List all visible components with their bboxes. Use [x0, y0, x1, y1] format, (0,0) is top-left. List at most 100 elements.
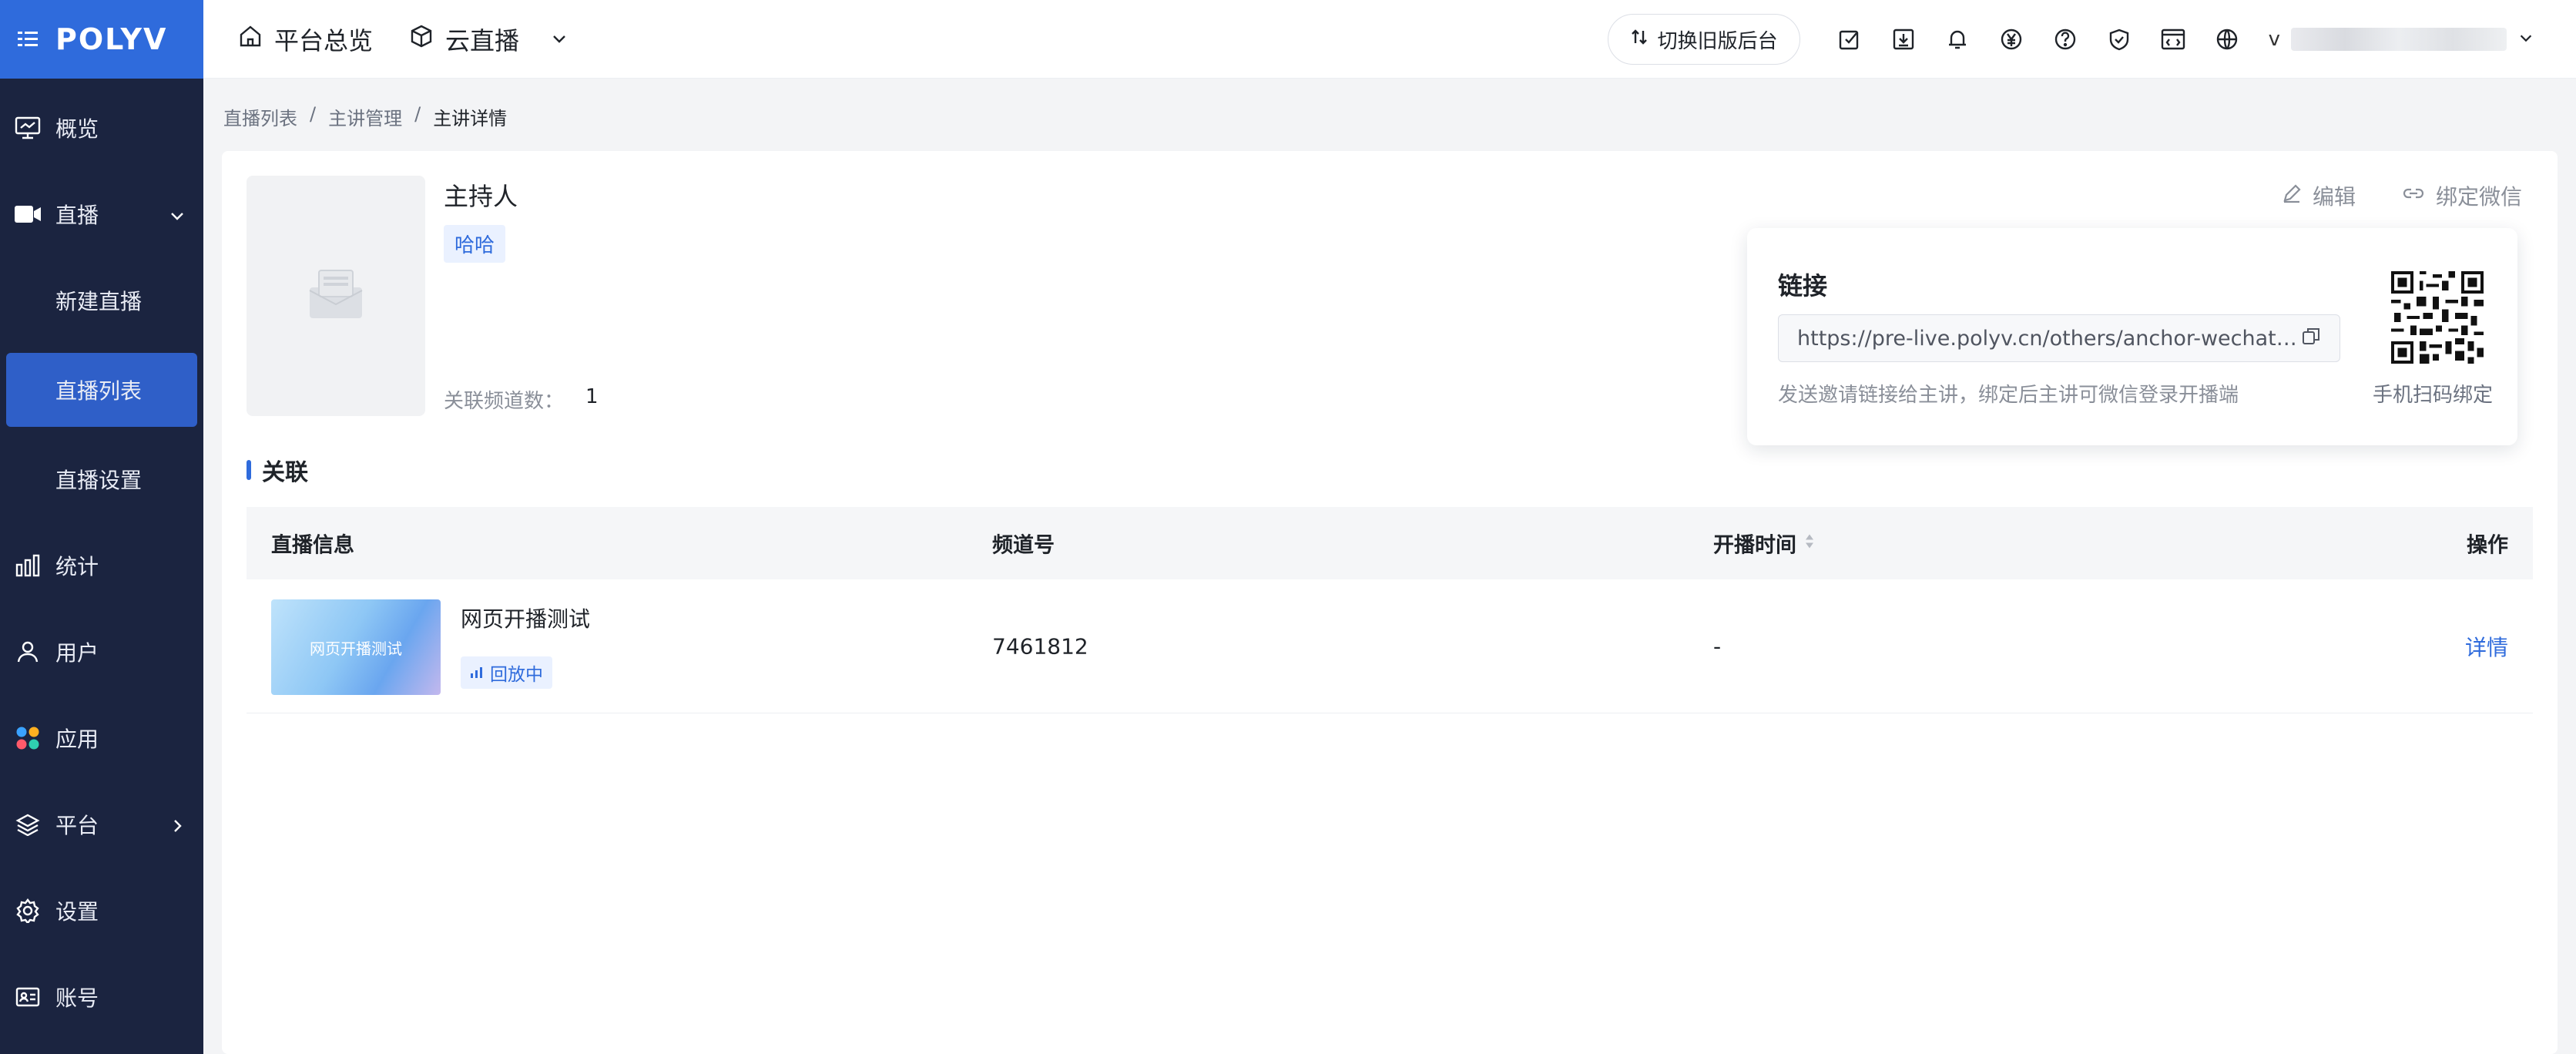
sidebar-item-label: 平台	[55, 813, 99, 838]
sidebar-item-stats[interactable]: 统计	[0, 522, 203, 609]
channel-number: 7461812	[992, 633, 1088, 659]
download-icon[interactable]	[1891, 27, 1916, 52]
sidebar-subitem-live-list[interactable]: 直播列表	[6, 353, 197, 427]
invite-link-field[interactable]: https://pre-live.polyv.cn/others/anchor-…	[1778, 314, 2340, 362]
cloud-live-dropdown[interactable]: 云直播	[410, 22, 569, 57]
gear-icon	[14, 897, 42, 925]
edit-check-icon[interactable]	[1837, 27, 1862, 52]
status-badge: 回放中	[461, 656, 552, 689]
sidebar-subitem-new-live[interactable]: 新建直播	[0, 257, 203, 344]
sidebar: POLYV 概览 直播 新建直播 直播列表 直播设置 统计 用户 应用 平台 设…	[0, 0, 203, 1054]
host-title: 主持人	[444, 182, 518, 211]
home-icon	[239, 25, 262, 54]
cloud-live-label: 云直播	[445, 25, 520, 55]
col-header-time-label: 开播时间	[1713, 533, 1796, 558]
detail-link[interactable]: 详情	[2465, 631, 2508, 662]
brand-logo[interactable]: POLYV	[55, 22, 167, 56]
sidebar-item-label: 应用	[55, 727, 99, 752]
host-detail-card: 主持人 哈哈 关联频道数： 1 编辑 绑定微信 链接 https://pre-l…	[222, 151, 2558, 1054]
chevron-down-icon	[168, 205, 186, 223]
sidebar-item-overview[interactable]: 概览	[0, 85, 203, 171]
col-header-channel: 频道号	[992, 533, 1055, 558]
thumbnail-text: 网页开播测试	[310, 639, 402, 658]
breadcrumb-host-management[interactable]: 主讲管理	[328, 103, 402, 130]
apps-icon	[14, 724, 42, 752]
bell-icon[interactable]	[1945, 27, 1970, 52]
monitor-icon	[14, 114, 42, 142]
sidebar-item-label: 用户	[55, 640, 99, 666]
shield-icon[interactable]	[2107, 27, 2132, 52]
bar-chart-icon	[14, 552, 42, 579]
pencil-icon	[2282, 183, 2302, 209]
host-actions: 编辑 绑定微信	[2282, 180, 2522, 211]
sidebar-item-label: 直播	[55, 203, 99, 228]
globe-icon[interactable]	[2215, 27, 2239, 52]
switch-old-label: 切换旧版后台	[1657, 29, 1778, 53]
invite-link-value: https://pre-live.polyv.cn/others/anchor-…	[1797, 326, 2301, 351]
help-icon[interactable]	[2053, 27, 2078, 52]
sidebar-nav: 概览 直播 新建直播 直播列表 直播设置 统计 用户 应用 平台 设置 账号	[0, 79, 203, 1040]
yen-icon[interactable]	[1999, 27, 2024, 52]
edit-button[interactable]: 编辑	[2282, 180, 2356, 211]
section-title: 关联	[247, 453, 308, 487]
menu-icon[interactable]	[17, 29, 39, 50]
channel-count-value: 1	[585, 385, 599, 408]
col-header-time[interactable]: 开播时间	[1713, 529, 1815, 559]
channel-count: 关联频道数： 1	[444, 385, 599, 414]
breadcrumb-live-list[interactable]: 直播列表	[223, 103, 297, 130]
switch-old-version-button[interactable]: 切换旧版后台	[1607, 14, 1800, 65]
channel-thumbnail[interactable]: 网页开播测试	[271, 599, 441, 695]
sidebar-item-label: 账号	[55, 985, 99, 1011]
qr-label: 手机扫码绑定	[2373, 384, 2494, 407]
col-header-info: 直播信息	[271, 533, 354, 558]
sidebar-item-live[interactable]: 直播	[0, 171, 203, 257]
qr-code-icon	[2391, 271, 2484, 364]
platform-overview-link[interactable]: 平台总览	[239, 22, 373, 57]
section-title-text: 关联	[262, 459, 308, 486]
breadcrumb-separator: /	[310, 103, 317, 125]
associated-channels-table: 直播信息 频道号 开播时间 操作 网页开播测试 网页开播测试 回放中 74618…	[247, 507, 2533, 713]
breadcrumb-separator: /	[414, 103, 421, 125]
cube-icon	[410, 25, 433, 54]
sidebar-item-label: 设置	[55, 899, 99, 925]
sort-icon[interactable]	[1804, 532, 1815, 556]
sidebar-subitem-live-settings[interactable]: 直播设置	[0, 436, 203, 522]
code-window-icon[interactable]	[2161, 27, 2185, 52]
status-label: 回放中	[490, 665, 543, 685]
sidebar-item-account[interactable]: 账号	[0, 954, 203, 1040]
signal-bars-icon	[470, 663, 484, 683]
edit-label: 编辑	[2312, 184, 2356, 210]
breadcrumb: 直播列表 / 主讲管理 / 主讲详情	[223, 103, 507, 130]
sidebar-item-platform[interactable]: 平台	[0, 781, 203, 868]
sidebar-item-label: 统计	[55, 554, 99, 579]
user-menu[interactable]: v	[2269, 28, 2534, 51]
overview-label: 平台总览	[274, 25, 374, 55]
section-accent-bar	[247, 460, 251, 480]
popover-hint: 发送邀请链接给主讲，绑定后主讲可微信登录开播端	[1778, 384, 2239, 407]
host-tag: 哈哈	[444, 225, 506, 263]
sidebar-item-label: 概览	[55, 116, 99, 142]
channel-count-label: 关联频道数：	[444, 390, 565, 413]
bind-wechat-popover: 链接 https://pre-live.polyv.cn/others/anch…	[1747, 228, 2517, 445]
bind-wechat-button[interactable]: 绑定微信	[2402, 180, 2522, 211]
top-header: 平台总览 云直播 切换旧版后台 v	[203, 0, 2576, 79]
host-avatar	[247, 176, 425, 416]
chevron-down-icon	[2517, 29, 2534, 49]
id-card-icon	[14, 983, 42, 1011]
sidebar-item-apps[interactable]: 应用	[0, 695, 203, 781]
chevron-right-icon	[168, 815, 186, 834]
brand-bar: POLYV	[0, 0, 203, 79]
avatar-placeholder-icon	[308, 269, 364, 323]
breadcrumb-host-detail: 主讲详情	[433, 108, 508, 129]
sidebar-item-settings[interactable]: 设置	[0, 868, 203, 954]
link-icon	[2402, 183, 2425, 209]
user-name-blurred	[2291, 28, 2507, 51]
copy-icon[interactable]	[2301, 326, 2321, 351]
table-row: 网页开播测试 网页开播测试 回放中 7461812 - 详情	[247, 579, 2533, 713]
chevron-down-icon	[550, 25, 569, 54]
channel-name: 网页开播测试	[461, 606, 591, 632]
table-header: 直播信息 频道号 开播时间 操作	[247, 507, 2533, 579]
popover-title: 链接	[1778, 271, 1828, 300]
col-header-op: 操作	[2467, 533, 2508, 558]
sidebar-item-users[interactable]: 用户	[0, 609, 203, 695]
